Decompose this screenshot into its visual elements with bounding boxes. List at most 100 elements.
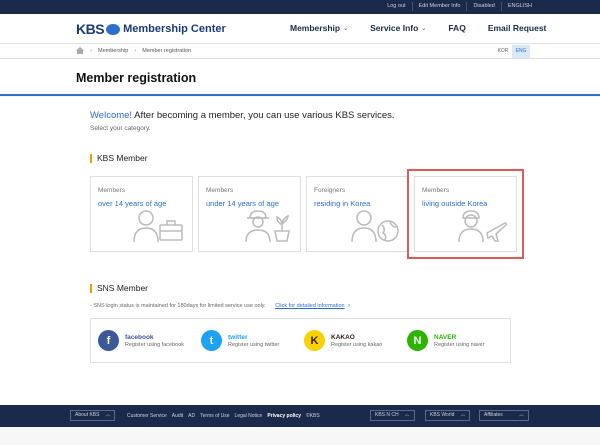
edit-member-info-link[interactable]: Edit Member Info xyxy=(411,2,467,11)
kbs-n-ch-select[interactable]: KBS N CH ︿ xyxy=(370,410,415,421)
card-under-14[interactable]: Members under 14 years of age xyxy=(198,176,301,252)
nav-membership-label: Membership xyxy=(290,23,341,33)
foreigner-globe-icon xyxy=(351,210,399,243)
nav-email-request[interactable]: Email Request xyxy=(488,23,547,33)
disabled-link[interactable]: Disabled xyxy=(466,2,500,11)
kakao-icon: K xyxy=(304,330,325,351)
welcome-message: Welcome! After becoming a member, you ca… xyxy=(90,110,395,121)
footer-link-privacy[interactable]: Privacy policy xyxy=(267,413,301,419)
bottom-strip xyxy=(0,427,600,445)
kbs-world-select[interactable]: KBS World ︿ xyxy=(425,410,471,421)
breadcrumb: › Membership › Member registration xyxy=(76,47,191,54)
sns-name: KAKAO xyxy=(331,333,355,341)
sns-kakao[interactable]: K KAKAO Register using kakao xyxy=(304,330,407,351)
nav-service-info[interactable]: Service Info ⌄ xyxy=(370,23,426,33)
utility-bar: Log out Edit Member Info Disabled ENGLIS… xyxy=(0,0,600,14)
card-label: Members xyxy=(422,187,450,194)
language-switcher: KOR ENG xyxy=(494,45,530,58)
english-link[interactable]: ENGLISH xyxy=(500,2,538,11)
sns-note-text: - SNS login status is maintained for 180… xyxy=(90,303,266,309)
site-header: KBS Membership Center Membership ⌄ Servi… xyxy=(0,14,600,44)
sns-note: - SNS login status is maintained for 180… xyxy=(90,303,350,309)
member-category-cards: Members over 14 years of age Members und… xyxy=(90,169,524,259)
facebook-icon: f xyxy=(98,330,119,351)
footer-link-ad[interactable]: AD xyxy=(188,413,195,419)
affiliates-label: Affiliates xyxy=(484,412,503,418)
logout-link[interactable]: Log out xyxy=(381,2,411,11)
sns-member-title-text: SNS Member xyxy=(97,283,149,293)
title-area: Member registration xyxy=(0,59,600,96)
overseas-member-icon xyxy=(458,210,508,243)
utility-links: Log out Edit Member Info Disabled ENGLIS… xyxy=(381,2,538,11)
footer-copyright: ©KBS xyxy=(305,413,320,419)
sns-name: NAVER xyxy=(434,333,457,341)
section-marker xyxy=(90,283,92,293)
chevron-up-icon: ︿ xyxy=(460,412,466,418)
sns-desc: Register using kakao xyxy=(331,341,383,348)
nav-faq-label: FAQ xyxy=(448,23,466,33)
card-label: Members xyxy=(206,187,234,194)
chevron-down-icon: ⌄ xyxy=(421,25,427,32)
nav-membership[interactable]: Membership ⌄ xyxy=(290,23,348,33)
card-desc: living outside Korea xyxy=(422,199,488,208)
breadcrumb-member-registration: Member registration xyxy=(142,47,192,54)
kbs-member-title-text: KBS Member xyxy=(97,153,148,163)
chevron-up-icon: ︿ xyxy=(105,412,111,418)
nav-email-request-label: Email Request xyxy=(487,23,547,33)
sns-twitter[interactable]: t twitter Register using twitter xyxy=(201,330,304,351)
section-marker xyxy=(90,153,92,163)
card-label: Members xyxy=(98,187,126,194)
logo-mark-icon xyxy=(106,23,121,35)
nav-faq[interactable]: FAQ xyxy=(448,23,465,33)
chevron-up-icon: ︿ xyxy=(518,412,524,418)
site-footer: About KBS ︿ Customer Service Audit AD Ter… xyxy=(0,405,600,427)
footer-link-customer-service[interactable]: Customer Service xyxy=(127,413,167,419)
breadcrumb-membership[interactable]: Membership xyxy=(98,48,128,54)
sns-facebook[interactable]: f facebook Register using facebook xyxy=(98,330,201,351)
kbs-n-ch-label: KBS N CH xyxy=(375,412,399,418)
chevron-right-icon: › xyxy=(348,303,351,309)
sns-desc: Register using naver xyxy=(434,341,485,348)
footer-link-audit[interactable]: Audit xyxy=(172,413,183,419)
sns-name: twitter xyxy=(228,333,248,341)
kbs-member-section-title: KBS Member xyxy=(90,153,148,163)
card-desc: under 14 years of age xyxy=(206,199,279,208)
home-icon[interactable] xyxy=(76,47,84,54)
adult-member-icon xyxy=(133,210,183,243)
card-over-14[interactable]: Members over 14 years of age xyxy=(90,176,193,252)
about-kbs-select[interactable]: About KBS ︿ xyxy=(70,410,116,421)
welcome-text: After becoming a member, you can use var… xyxy=(132,110,395,121)
sns-name: facebook xyxy=(125,333,154,341)
twitter-icon: t xyxy=(201,330,222,351)
sns-desc: Register using facebook xyxy=(125,341,185,348)
nav-service-info-label: Service Info xyxy=(370,23,419,33)
sns-naver[interactable]: N NAVER Register using naver xyxy=(407,330,510,351)
footer-links: Customer Service Audit AD Terms of Use L… xyxy=(127,413,325,419)
card-desc: residing in Korea xyxy=(314,199,371,208)
sns-providers: f facebook Register using facebook t twi… xyxy=(90,318,511,363)
lang-eng-button[interactable]: ENG xyxy=(512,45,530,58)
footer-link-terms[interactable]: Terms of Use xyxy=(200,413,229,419)
card-foreigners[interactable]: Foreigners residing in Korea xyxy=(306,176,409,252)
footer-link-legal[interactable]: Legal Notice xyxy=(235,413,263,419)
kbs-world-label: KBS World xyxy=(430,412,455,418)
detailed-info-link[interactable]: Click for detailed information xyxy=(275,303,344,309)
select-category-text: Select your category. xyxy=(90,125,151,132)
main-content: Welcome! After becoming a member, you ca… xyxy=(0,97,600,405)
about-kbs-label: About KBS xyxy=(75,412,100,418)
naver-icon: N xyxy=(407,330,428,351)
kbs-logo[interactable]: KBS Membership Center xyxy=(76,21,226,37)
chevron-down-icon: ⌄ xyxy=(343,25,349,32)
lang-kor-button[interactable]: KOR xyxy=(494,45,512,58)
sns-desc: Register using twitter xyxy=(228,341,280,348)
card-outside-korea[interactable]: Members living outside Korea xyxy=(407,169,524,259)
chevron-up-icon: ︿ xyxy=(404,412,410,418)
card-label: Foreigners xyxy=(314,187,346,194)
sns-member-section-title: SNS Member xyxy=(90,283,148,293)
affiliates-select[interactable]: Affiliates ︿ xyxy=(479,410,529,421)
breadcrumb-separator: › xyxy=(134,47,137,54)
breadcrumb-bar: › Membership › Member registration KOR E… xyxy=(0,44,600,59)
page-title: Member registration xyxy=(76,71,197,85)
logo-kbs-text: KBS xyxy=(76,21,105,37)
main-nav: Membership ⌄ Service Info ⌄ FAQ Email Re… xyxy=(290,23,546,33)
